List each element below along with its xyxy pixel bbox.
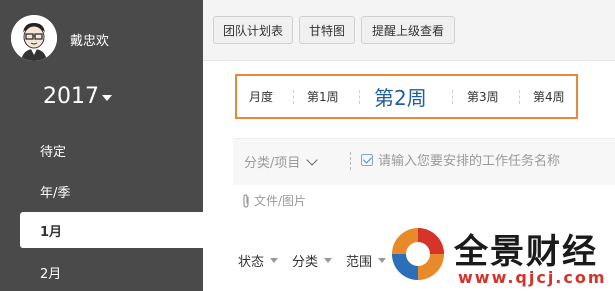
remind-superior-button[interactable]: 提醒上级查看 — [361, 16, 455, 44]
filter-label: 范围 — [346, 255, 373, 270]
paperclip-icon — [243, 193, 249, 208]
tab-week-2[interactable]: 第2周 — [374, 76, 427, 117]
sidebar-item-february[interactable]: 2月 — [40, 263, 61, 282]
sidebar-item-label: 1月 — [40, 224, 63, 240]
tab-divider — [359, 90, 360, 104]
category-placeholder: 分类/项目 — [244, 156, 301, 171]
avatar-cartoon-icon — [11, 15, 57, 61]
tab-week-3[interactable]: 第3周 — [467, 76, 499, 117]
filter-label: 状态 — [238, 255, 265, 270]
category-select[interactable]: 分类/项目 — [244, 152, 319, 171]
triangle-down-icon — [378, 258, 387, 263]
attachment-label: 文件/图片 — [254, 194, 307, 208]
tab-divider — [452, 90, 453, 104]
sidebar: 戴忠欢 2017 待定 年/季 1月 2月 — [0, 0, 203, 291]
caret-down-icon — [102, 94, 112, 101]
task-name-input[interactable] — [378, 149, 613, 173]
tab-divider — [293, 90, 294, 104]
filter-scope[interactable]: 范围 — [346, 251, 387, 270]
user-name: 戴忠欢 — [70, 34, 110, 49]
checkbox-icon[interactable] — [361, 154, 373, 166]
year-label: 2017 — [43, 84, 99, 109]
watermark-url: www.qjcj.com — [458, 268, 607, 287]
triangle-down-icon — [324, 258, 333, 263]
team-plan-button[interactable]: 团队计划表 — [213, 16, 293, 44]
gantt-chart-button[interactable]: 甘特图 — [299, 16, 355, 44]
period-tabs: 月度 第1周 第2周 第3周 第4周 — [235, 74, 578, 119]
watermark-brand-name: 全景财经 — [454, 232, 598, 272]
tab-week-1[interactable]: 第1周 — [307, 76, 339, 117]
filter-label: 分类 — [292, 255, 319, 270]
tab-week-4[interactable]: 第4周 — [533, 76, 565, 117]
filter-status[interactable]: 状态 — [238, 251, 279, 270]
watermark: 全景财经 www.qjcj.com — [388, 222, 615, 291]
triangle-down-icon — [270, 258, 279, 263]
sidebar-item-january[interactable]: 1月 — [20, 212, 203, 248]
attachment-button[interactable]: 文件/图片 — [241, 192, 306, 209]
filter-category[interactable]: 分类 — [292, 251, 333, 270]
year-selector[interactable]: 2017 — [43, 84, 112, 109]
sidebar-item-pending[interactable]: 待定 — [40, 141, 66, 160]
chevron-down-icon — [306, 153, 319, 166]
field-divider — [350, 152, 351, 170]
sidebar-item-year-quarter[interactable]: 年/季 — [40, 182, 70, 201]
avatar[interactable] — [11, 15, 57, 61]
tab-month[interactable]: 月度 — [249, 76, 273, 117]
task-entry-row: 分类/项目 — [233, 138, 615, 185]
tab-divider — [519, 90, 520, 104]
brand-logo-icon — [392, 228, 444, 280]
